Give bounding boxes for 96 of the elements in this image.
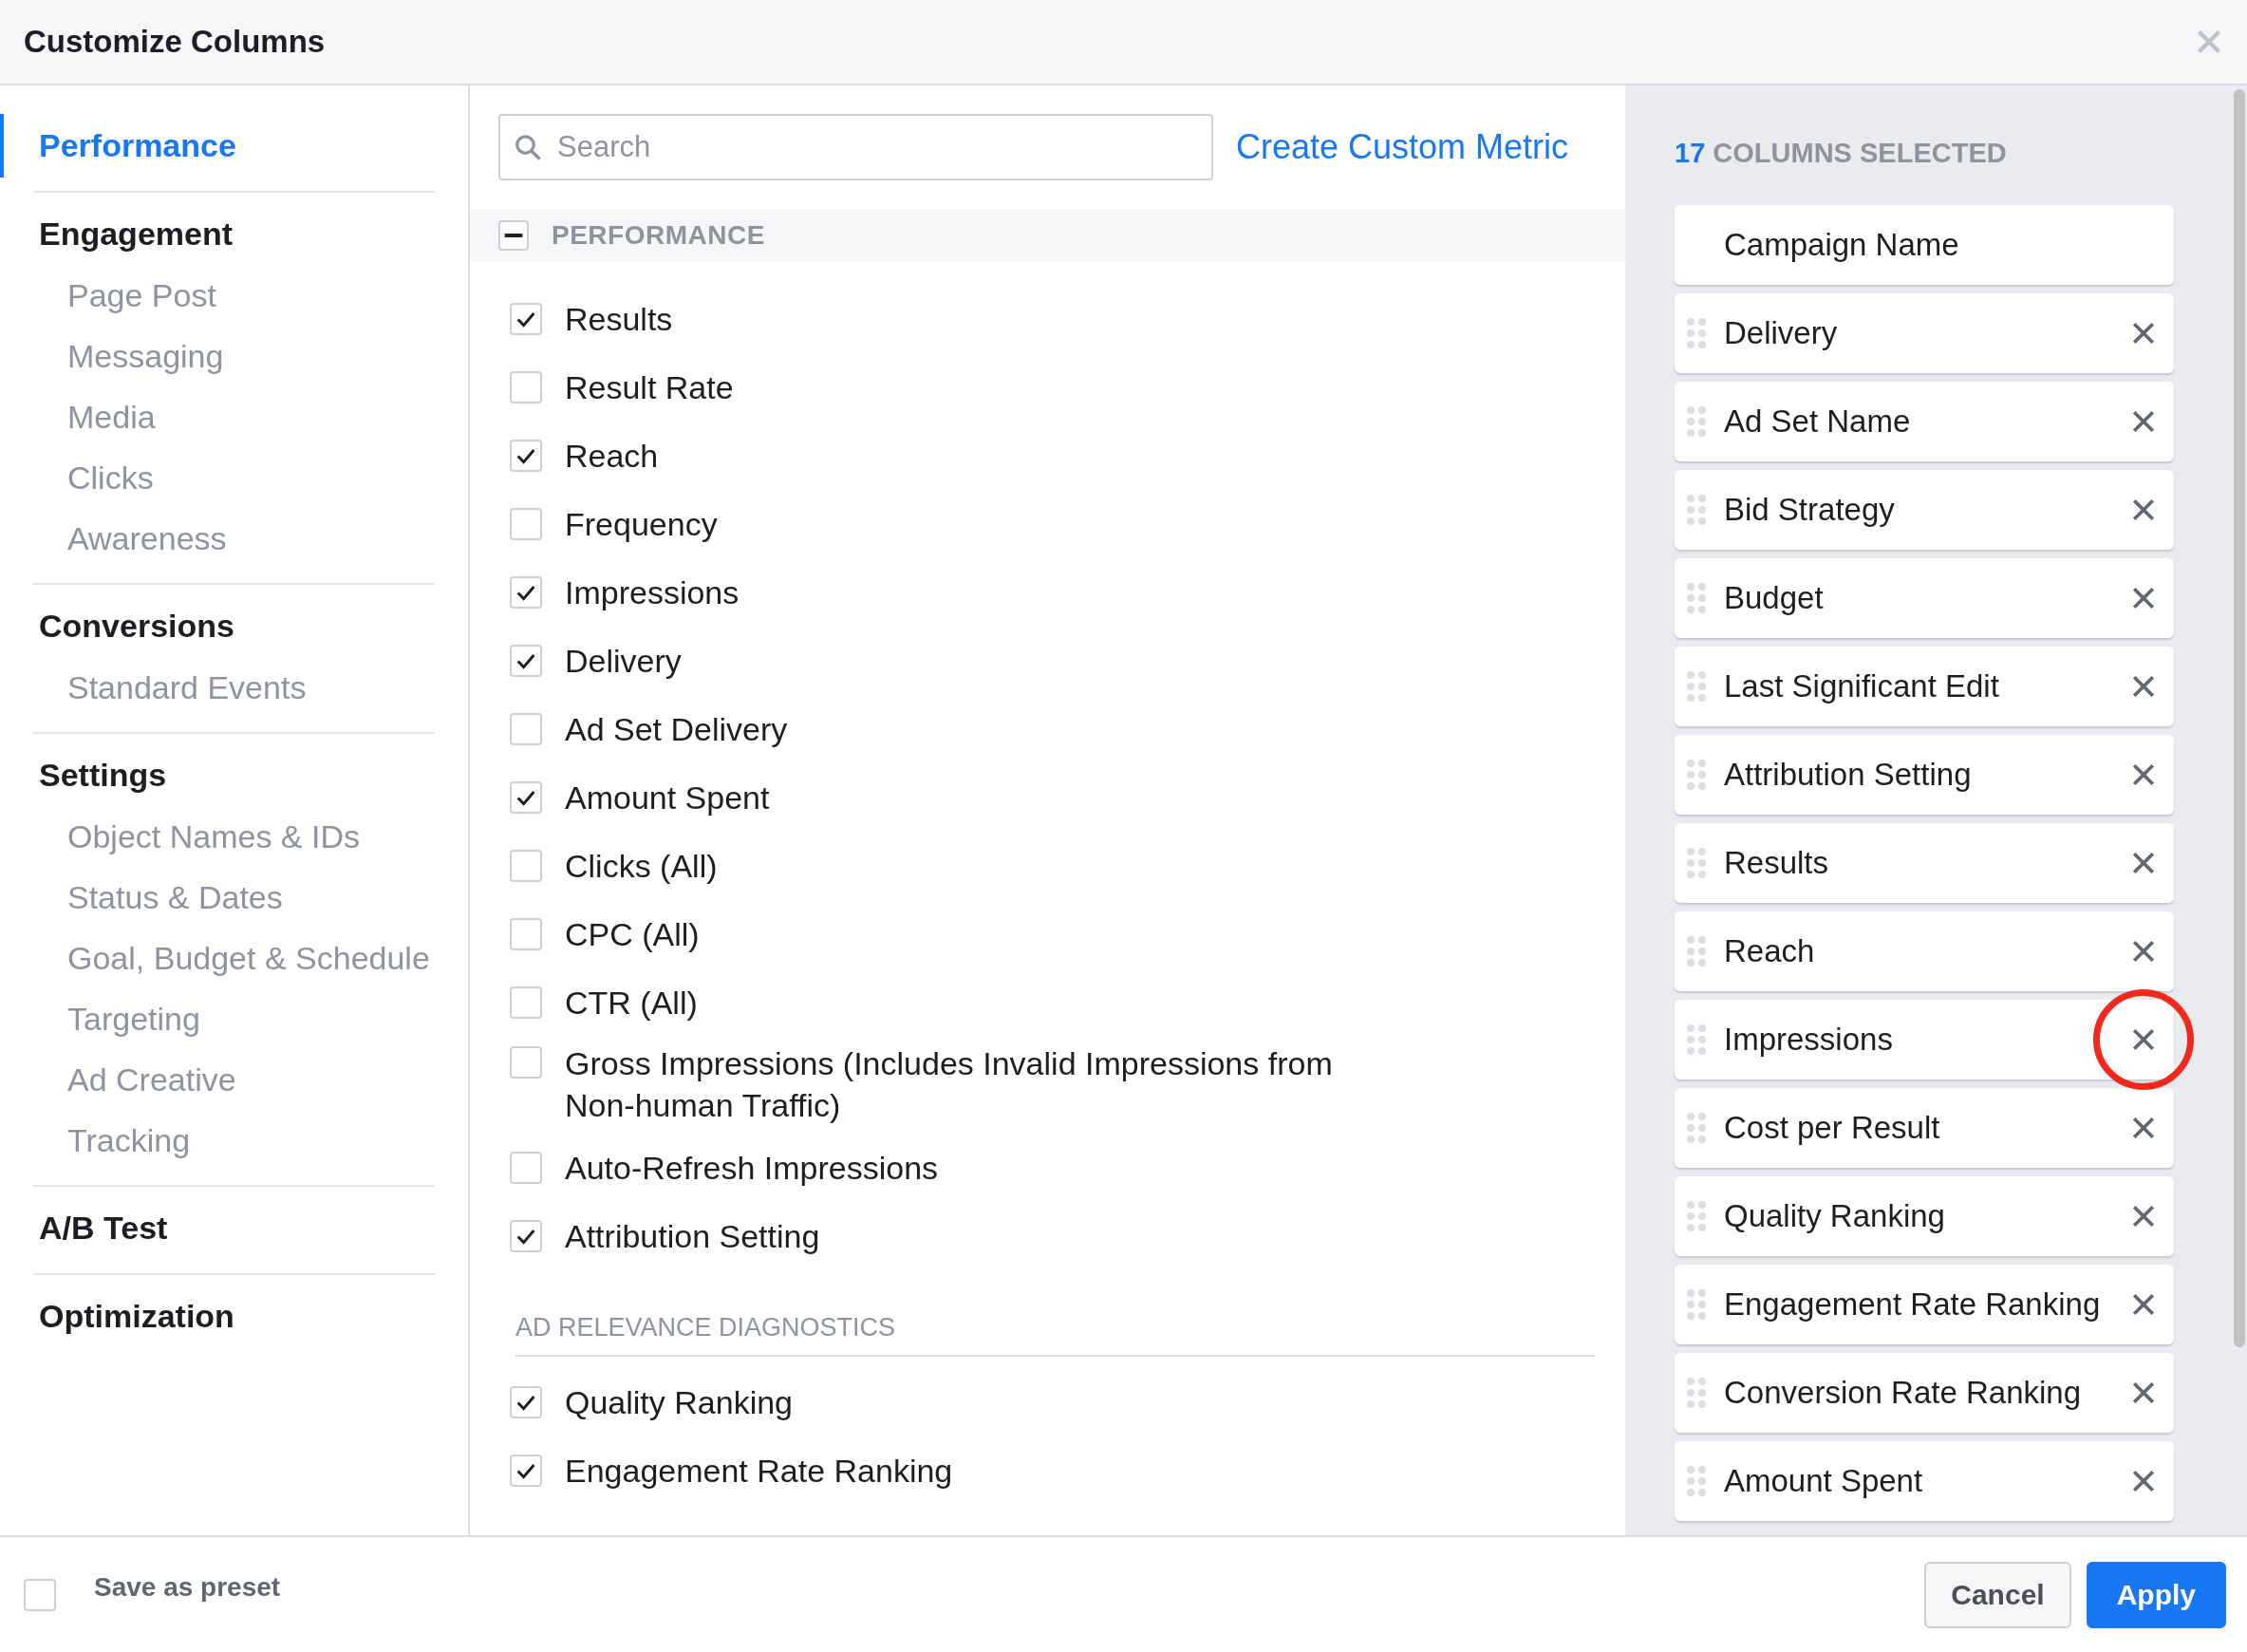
- apply-button[interactable]: Apply: [2086, 1561, 2226, 1628]
- column-label: Amount Spent: [1724, 1461, 1924, 1500]
- collapse-toggle[interactable]: [498, 220, 529, 251]
- metric-label: Results: [565, 299, 673, 339]
- minus-icon: [504, 234, 523, 237]
- selected-column-card[interactable]: Conversion Rate Ranking: [1675, 1352, 2174, 1433]
- sidebar-category[interactable]: Conversions: [33, 594, 240, 658]
- metric-label: CPC (All): [565, 914, 700, 954]
- drag-handle-icon: [1686, 1023, 1707, 1056]
- metric-label: Reach: [565, 436, 659, 476]
- column-label: Engagement Rate Ranking: [1724, 1285, 2102, 1323]
- selected-column-card[interactable]: Bid Strategy: [1675, 469, 2174, 550]
- selected-column-card[interactable]: Budget: [1675, 557, 2174, 638]
- selected-column-card[interactable]: Quality Ranking: [1675, 1175, 2174, 1256]
- selected-column-card[interactable]: Attribution Setting: [1675, 734, 2174, 815]
- drag-handle-icon: [1686, 493, 1707, 526]
- scrollbar[interactable]: [2234, 89, 2245, 1347]
- selected-column-card[interactable]: Campaign Name: [1675, 204, 2174, 285]
- drag-handle-icon: [1686, 758, 1707, 791]
- selected-count-heading: 17 COLUMNS SELECTED: [1675, 137, 2008, 170]
- column-label: Cost per Result: [1724, 1108, 1941, 1147]
- create-custom-metric-link[interactable]: Create Custom Metric: [1236, 122, 1569, 173]
- metric-label: CTR (All): [565, 983, 698, 1023]
- checkbox[interactable]: [510, 1046, 542, 1079]
- sidebar-category[interactable]: Engagement: [33, 202, 239, 266]
- metric-label: Frequency: [565, 504, 718, 544]
- drag-handle-icon: [1686, 1287, 1707, 1321]
- search-field[interactable]: Search: [498, 114, 1213, 180]
- cancel-button[interactable]: Cancel: [1924, 1561, 2071, 1628]
- checkbox[interactable]: [510, 576, 542, 609]
- checkbox[interactable]: [510, 850, 542, 882]
- metric-label: Clicks (All): [565, 846, 718, 886]
- selected-column-card[interactable]: Last Significant Edit: [1675, 646, 2174, 726]
- search-icon: [514, 133, 542, 161]
- metric-label: Auto-Refresh Impressions: [565, 1149, 939, 1189]
- sidebar-category[interactable]: A/B Test: [33, 1196, 174, 1260]
- drag-handle-icon: [1686, 1464, 1707, 1497]
- checkbox[interactable]: [510, 508, 542, 540]
- column-label: Conversion Rate Ranking: [1724, 1373, 2083, 1412]
- metric-label: Amount Spent: [565, 778, 770, 817]
- sidebar-category[interactable]: Performance: [33, 114, 242, 178]
- metric-label: Result Rate: [565, 367, 734, 407]
- checkbox[interactable]: [510, 713, 542, 745]
- drag-handle-icon: [1686, 316, 1707, 349]
- column-label: Budget: [1724, 578, 1825, 617]
- drag-handle-icon: [1686, 1376, 1707, 1409]
- drag-handle-icon: [1686, 581, 1707, 614]
- checkbox[interactable]: [510, 1220, 542, 1253]
- column-label: Reach: [1724, 931, 1816, 970]
- sidebar-category[interactable]: Settings: [33, 743, 173, 807]
- subsection-heading: AD RELEVANCE DIAGNOSTICS: [515, 1308, 1595, 1357]
- column-label: Bid Strategy: [1724, 490, 1896, 529]
- checkbox[interactable]: [510, 918, 542, 950]
- checkbox[interactable]: [510, 371, 542, 404]
- selected-column-card[interactable]: Engagement Rate Ranking: [1675, 1264, 2174, 1344]
- column-label: Last Significant Edit: [1724, 666, 2000, 705]
- checkbox[interactable]: [24, 1578, 56, 1611]
- checkbox[interactable]: [510, 440, 542, 472]
- dialog-title: Customize Columns: [24, 23, 326, 62]
- selected-column-card[interactable]: Ad Set Name: [1675, 381, 2174, 461]
- drag-handle-icon: [1686, 669, 1707, 703]
- metric-label: Attribution Setting: [565, 1217, 820, 1257]
- drag-handle-icon: [1686, 404, 1707, 438]
- column-label: Ad Set Name: [1724, 402, 1912, 441]
- selected-column-card[interactable]: Reach: [1675, 910, 2174, 991]
- checkbox[interactable]: [510, 645, 542, 677]
- metric-label: Engagement Rate Ranking: [565, 1451, 953, 1491]
- save-preset-label: Save as preset: [94, 1570, 281, 1604]
- column-label: Delivery: [1724, 313, 1839, 352]
- drag-handle-icon: [1686, 1199, 1707, 1232]
- checkbox[interactable]: [510, 1454, 542, 1487]
- selected-column-card[interactable]: Amount Spent: [1675, 1440, 2174, 1521]
- checkbox[interactable]: [510, 303, 542, 335]
- selected-column-card[interactable]: Results: [1675, 822, 2174, 903]
- sidebar-category[interactable]: Optimization: [33, 1285, 240, 1348]
- column-label: Results: [1724, 843, 1830, 882]
- column-label: Attribution Setting: [1724, 755, 1973, 794]
- metric-label: Gross Impressions (Includes Invalid Impressions from Non-human Traffic): [565, 1044, 1334, 1126]
- metric-label: Impressions: [565, 573, 740, 612]
- column-label: Quality Ranking: [1724, 1196, 1946, 1235]
- metric-label: Ad Set Delivery: [565, 709, 788, 749]
- drag-handle-icon: [1686, 1111, 1707, 1144]
- column-label: Campaign Name: [1724, 225, 1960, 264]
- drag-handle-icon: [1686, 846, 1707, 879]
- column-label: Impressions: [1724, 1020, 1894, 1059]
- selected-column-card[interactable]: Delivery: [1675, 292, 2174, 373]
- checkbox[interactable]: [510, 1152, 542, 1185]
- selected-column-card[interactable]: Cost per Result: [1675, 1087, 2174, 1168]
- checkbox[interactable]: [510, 1385, 542, 1418]
- drag-handle-icon: [1686, 934, 1707, 967]
- metric-label: Delivery: [565, 641, 682, 681]
- selected-column-card[interactable]: Impressions: [1675, 999, 2174, 1079]
- metric-label: Quality Ranking: [565, 1382, 793, 1422]
- checkbox[interactable]: [510, 986, 542, 1019]
- checkbox[interactable]: [510, 781, 542, 814]
- section-heading: PERFORMANCE: [552, 219, 765, 252]
